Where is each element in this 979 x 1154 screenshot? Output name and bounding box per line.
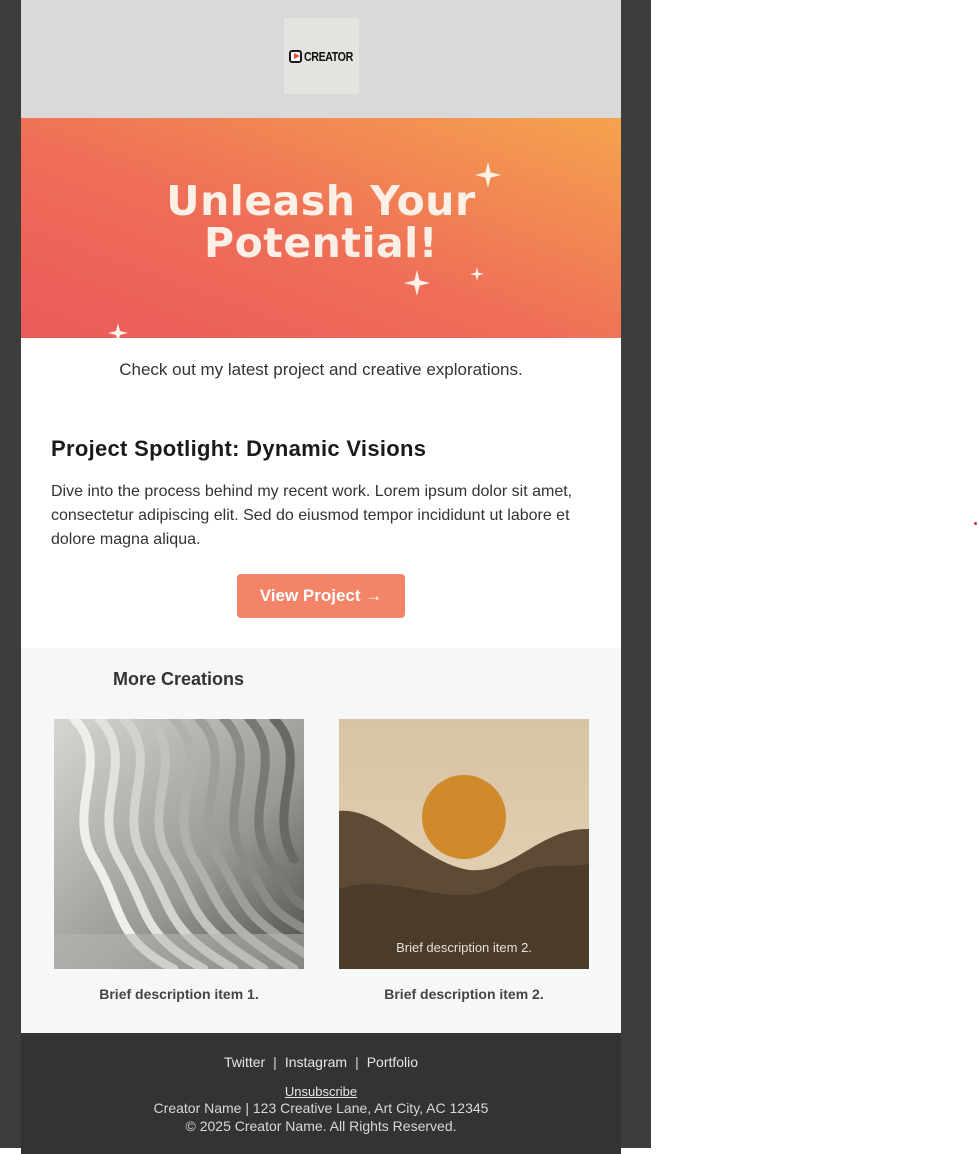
- tagline: Check out my latest project and creative…: [119, 360, 523, 379]
- email-header: CREATOR: [21, 0, 621, 118]
- button-wrap: View Project →: [51, 574, 591, 648]
- hero-title-line2: Potential!: [204, 219, 438, 267]
- twitter-link[interactable]: Twitter: [224, 1054, 265, 1070]
- hero-title-line1: Unleash Your: [166, 177, 476, 225]
- unsubscribe-link[interactable]: Unsubscribe: [285, 1084, 357, 1099]
- spotlight-body: Dive into the process behind my recent w…: [51, 483, 573, 548]
- social-links: Twitter | Instagram | Portfolio: [21, 1054, 621, 1070]
- creation-card: Brief description item 1.: [54, 719, 304, 1002]
- cursor-dot: [974, 522, 977, 525]
- creation-card: Brief description item 2. Brief descript…: [339, 719, 589, 1002]
- sparkle-icon: [108, 323, 128, 338]
- email-body: CREATOR Unleash Your Potential! Check ou…: [21, 0, 621, 1154]
- portfolio-link[interactable]: Portfolio: [367, 1054, 418, 1070]
- instagram-link[interactable]: Instagram: [285, 1054, 347, 1070]
- more-creations: More Creations Brief description item 1.…: [21, 648, 621, 1033]
- creation-caption: Brief description item 1.: [99, 986, 259, 1002]
- sparkle-icon: [404, 270, 430, 296]
- footer-copyright: © 2025 Creator Name. All Rights Reserved…: [185, 1118, 457, 1134]
- more-creations-title: More Creations: [113, 669, 245, 689]
- hero-title: Unleash Your Potential!: [21, 180, 621, 264]
- play-icon: [289, 49, 302, 63]
- creation-image-overlay-text: Brief description item 2.: [396, 940, 532, 955]
- creation-image-sunset[interactable]: Brief description item 2.: [339, 719, 589, 969]
- sparkle-icon: [470, 267, 484, 281]
- spotlight-title: Project Spotlight: Dynamic Visions: [51, 436, 427, 461]
- project-spotlight: Project Spotlight: Dynamic Visions Dive …: [21, 400, 621, 648]
- creation-image-abstract[interactable]: [54, 719, 304, 969]
- logo-inner: CREATOR: [289, 49, 354, 64]
- separator: |: [355, 1054, 359, 1070]
- creation-caption: Brief description item 2.: [384, 986, 544, 1002]
- logo[interactable]: CREATOR: [284, 18, 359, 94]
- view-project-button[interactable]: View Project →: [237, 574, 405, 618]
- footer-address: Creator Name | 123 Creative Lane, Art Ci…: [153, 1100, 489, 1116]
- separator: |: [273, 1054, 277, 1070]
- email-footer: Twitter | Instagram | Portfolio Unsubscribe …: [21, 1033, 621, 1154]
- logo-text: CREATOR: [304, 48, 353, 64]
- hero-banner: Unleash Your Potential!: [21, 118, 621, 338]
